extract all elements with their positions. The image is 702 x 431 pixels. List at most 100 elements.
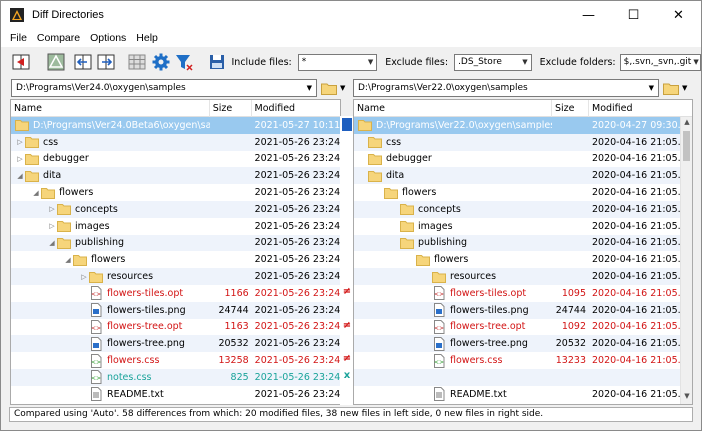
tree-row[interactable]: ◢ dita 2021-05-26 23:24... — [11, 167, 340, 185]
right-file-tree[interactable]: Name Size Modified D:\Programs\Ver22.0\o… — [353, 99, 693, 405]
right-rows: D:\Programs\Ver22.0\oxygen\samples 2020-0… — [354, 117, 680, 403]
item-name: README.txt — [107, 388, 164, 400]
tree-row[interactable]: <> flowers.css 13233 2020-04-16 21:05... — [354, 352, 680, 369]
copy-to-left-button[interactable] — [72, 51, 93, 73]
name-cell: <> flowers-tiles.opt — [11, 286, 210, 301]
right-col-modified[interactable]: Modified — [589, 100, 682, 117]
folder-icon — [400, 237, 414, 249]
tree-row[interactable]: ◢ flowers 2021-05-26 23:24... — [11, 184, 340, 201]
name-cell: flowers-tiles.png — [354, 303, 552, 318]
name-cell: flowers-tree.png — [11, 336, 210, 351]
scroll-up-icon[interactable]: ▲ — [681, 118, 692, 130]
close-button[interactable]: ✕ — [656, 1, 701, 29]
menu-compare[interactable]: Compare — [32, 32, 85, 44]
exclude-files-combo[interactable]: .DS_Store ▼ — [454, 53, 532, 71]
exclude-folders-combo[interactable]: $,.svn,_svn,.git ▼ — [619, 53, 701, 71]
image-file-icon — [434, 303, 445, 318]
name-cell: <> notes.css — [11, 370, 210, 385]
right-col-size[interactable]: Size — [552, 100, 589, 117]
expand-icon[interactable]: ▷ — [15, 155, 25, 163]
tree-row[interactable]: README.txt 2020-04-16 21:05... — [354, 386, 680, 403]
expand-icon[interactable]: ▷ — [47, 205, 57, 213]
name-cell: flowers — [354, 253, 552, 267]
compare-files-button[interactable] — [11, 51, 32, 73]
collapse-icon[interactable]: ◢ — [63, 256, 73, 264]
tree-row[interactable]: D:\Programs\Ver22.0\oxygen\samples 2020-0… — [354, 117, 680, 134]
toolbar: Include files: * ▼ Exclude files: .DS_St… — [1, 49, 701, 75]
menu-help[interactable]: Help — [131, 32, 163, 44]
maximize-button[interactable]: ☐ — [611, 1, 656, 29]
expand-icon[interactable]: ▷ — [79, 273, 89, 281]
tree-row[interactable]: flowers 2020-04-16 21:05... — [354, 184, 680, 201]
include-files-combo[interactable]: * ▼ — [297, 53, 378, 71]
tree-row[interactable]: README.txt 2021-05-26 23:24... — [11, 386, 340, 403]
name-cell: debugger — [354, 152, 552, 166]
right-col-name[interactable]: Name — [354, 100, 552, 117]
left-col-name[interactable]: Name — [11, 100, 210, 117]
name-cell: ◢ flowers — [11, 186, 210, 200]
menu-file[interactable]: File — [5, 32, 32, 44]
left-col-size[interactable]: Size — [210, 100, 252, 117]
collapse-icon[interactable]: ◢ — [47, 239, 57, 247]
collapse-icon[interactable]: ◢ — [31, 189, 41, 197]
scroll-down-icon[interactable]: ▼ — [681, 392, 692, 404]
right-browse-button[interactable]: ▼ — [663, 82, 687, 95]
name-cell: ▷ resources — [11, 270, 210, 284]
modified-cell: 2020-04-16 21:05... — [592, 203, 680, 215]
tree-row[interactable]: <> flowers-tree.opt 1163 2021-05-26 23:24..… — [11, 319, 340, 336]
collapse-icon[interactable]: ◢ — [15, 172, 25, 180]
tree-row[interactable]: debugger 2020-04-16 21:05... — [354, 151, 680, 168]
expand-icon[interactable]: ▷ — [47, 222, 57, 230]
tree-row[interactable]: resources 2020-04-16 21:05... — [354, 268, 680, 285]
tree-row[interactable]: css 2020-04-16 21:05... — [354, 133, 680, 151]
tree-row[interactable]: publishing 2020-04-16 21:05... — [354, 234, 680, 252]
right-scrollbar[interactable]: ▲ ▼ — [680, 117, 692, 404]
tree-row[interactable]: <> flowers-tree.opt 1092 2020-04-16 21:05..… — [354, 319, 680, 336]
tree-row[interactable]: flowers-tiles.png 24744 2020-04-16 21:05..… — [354, 301, 680, 319]
folder-icon — [384, 187, 398, 199]
size-cell: 13258 — [218, 355, 249, 367]
save-filter-button[interactable] — [207, 51, 228, 73]
tree-row[interactable]: flowers-tiles.png 24744 2021-05-26 23:24..… — [11, 301, 340, 319]
image-file-icon — [91, 303, 102, 318]
tree-row[interactable]: ▷ concepts 2021-05-26 23:24... — [11, 200, 340, 218]
tree-row[interactable]: ▷ images 2021-05-26 23:24... — [11, 218, 340, 235]
modified-cell: 2020-04-16 21:05... — [592, 304, 680, 316]
tree-row[interactable] — [354, 368, 680, 386]
tree-row[interactable]: ◢ flowers 2021-05-26 23:24... — [11, 251, 340, 268]
minimize-button[interactable]: — — [566, 1, 611, 29]
menu-options[interactable]: Options — [85, 32, 131, 44]
tree-row[interactable]: <> flowers-tiles.opt 1166 2021-05-26 23:24.… — [11, 285, 340, 302]
tree-row[interactable]: ▷ css 2021-05-26 23:24... — [11, 133, 340, 151]
tree-row[interactable]: <> flowers-tiles.opt 1095 2020-04-16 21:05.… — [354, 285, 680, 302]
right-path-combo[interactable]: D:\Programs\Ver22.0\oxygen\samples ▼ — [353, 79, 659, 97]
text-file-icon — [91, 387, 102, 402]
modified-cell: 2020-04-16 21:05... — [592, 153, 680, 165]
left-path-combo[interactable]: D:\Programs\Ver24.0\oxygen\samples ▼ — [11, 79, 317, 97]
name-cell: ▷ concepts — [11, 202, 210, 216]
left-file-tree[interactable]: Name Size Modified D:\Programs\Ver24.0Be… — [10, 99, 341, 405]
tree-row[interactable]: flowers-tree.png 20532 2020-04-16 21:05... — [354, 335, 680, 353]
tree-row[interactable]: ◢ publishing 2021-05-26 23:24... — [11, 234, 340, 252]
tree-row[interactable]: D:\Programs\Ver24.0Beta6\oxygen\samples 2… — [11, 117, 340, 134]
copy-to-right-button[interactable] — [96, 51, 117, 73]
settings-button[interactable] — [150, 51, 171, 73]
tree-row[interactable]: dita 2020-04-16 21:05... — [354, 167, 680, 185]
left-browse-button[interactable]: ▼ — [321, 82, 345, 95]
tree-row[interactable]: images 2020-04-16 21:05... — [354, 218, 680, 235]
scrollbar-thumb[interactable] — [683, 131, 690, 161]
tree-row[interactable]: ▷ resources 2021-05-26 23:24... — [11, 268, 340, 285]
tree-row[interactable]: concepts 2020-04-16 21:05... — [354, 200, 680, 218]
tree-row[interactable]: <> flowers.css 13258 2021-05-26 23:24... — [11, 352, 340, 369]
grid-view-button[interactable] — [127, 51, 148, 73]
filter-button[interactable] — [174, 51, 195, 73]
tree-row[interactable]: ▷ debugger 2021-05-26 23:24... — [11, 151, 340, 168]
left-col-modified[interactable]: Modified — [252, 100, 340, 117]
tree-row[interactable]: <> notes.css 825 2021-05-26 23:24... — [11, 368, 340, 386]
recompare-button[interactable] — [46, 51, 67, 73]
tree-row[interactable]: flowers 2020-04-16 21:05... — [354, 251, 680, 268]
modified-cell: 2021-05-26 23:24... — [254, 153, 340, 165]
expand-icon[interactable]: ▷ — [15, 138, 25, 146]
item-name: notes.css — [107, 371, 152, 383]
tree-row[interactable]: flowers-tree.png 20532 2021-05-26 23:24... — [11, 335, 340, 353]
